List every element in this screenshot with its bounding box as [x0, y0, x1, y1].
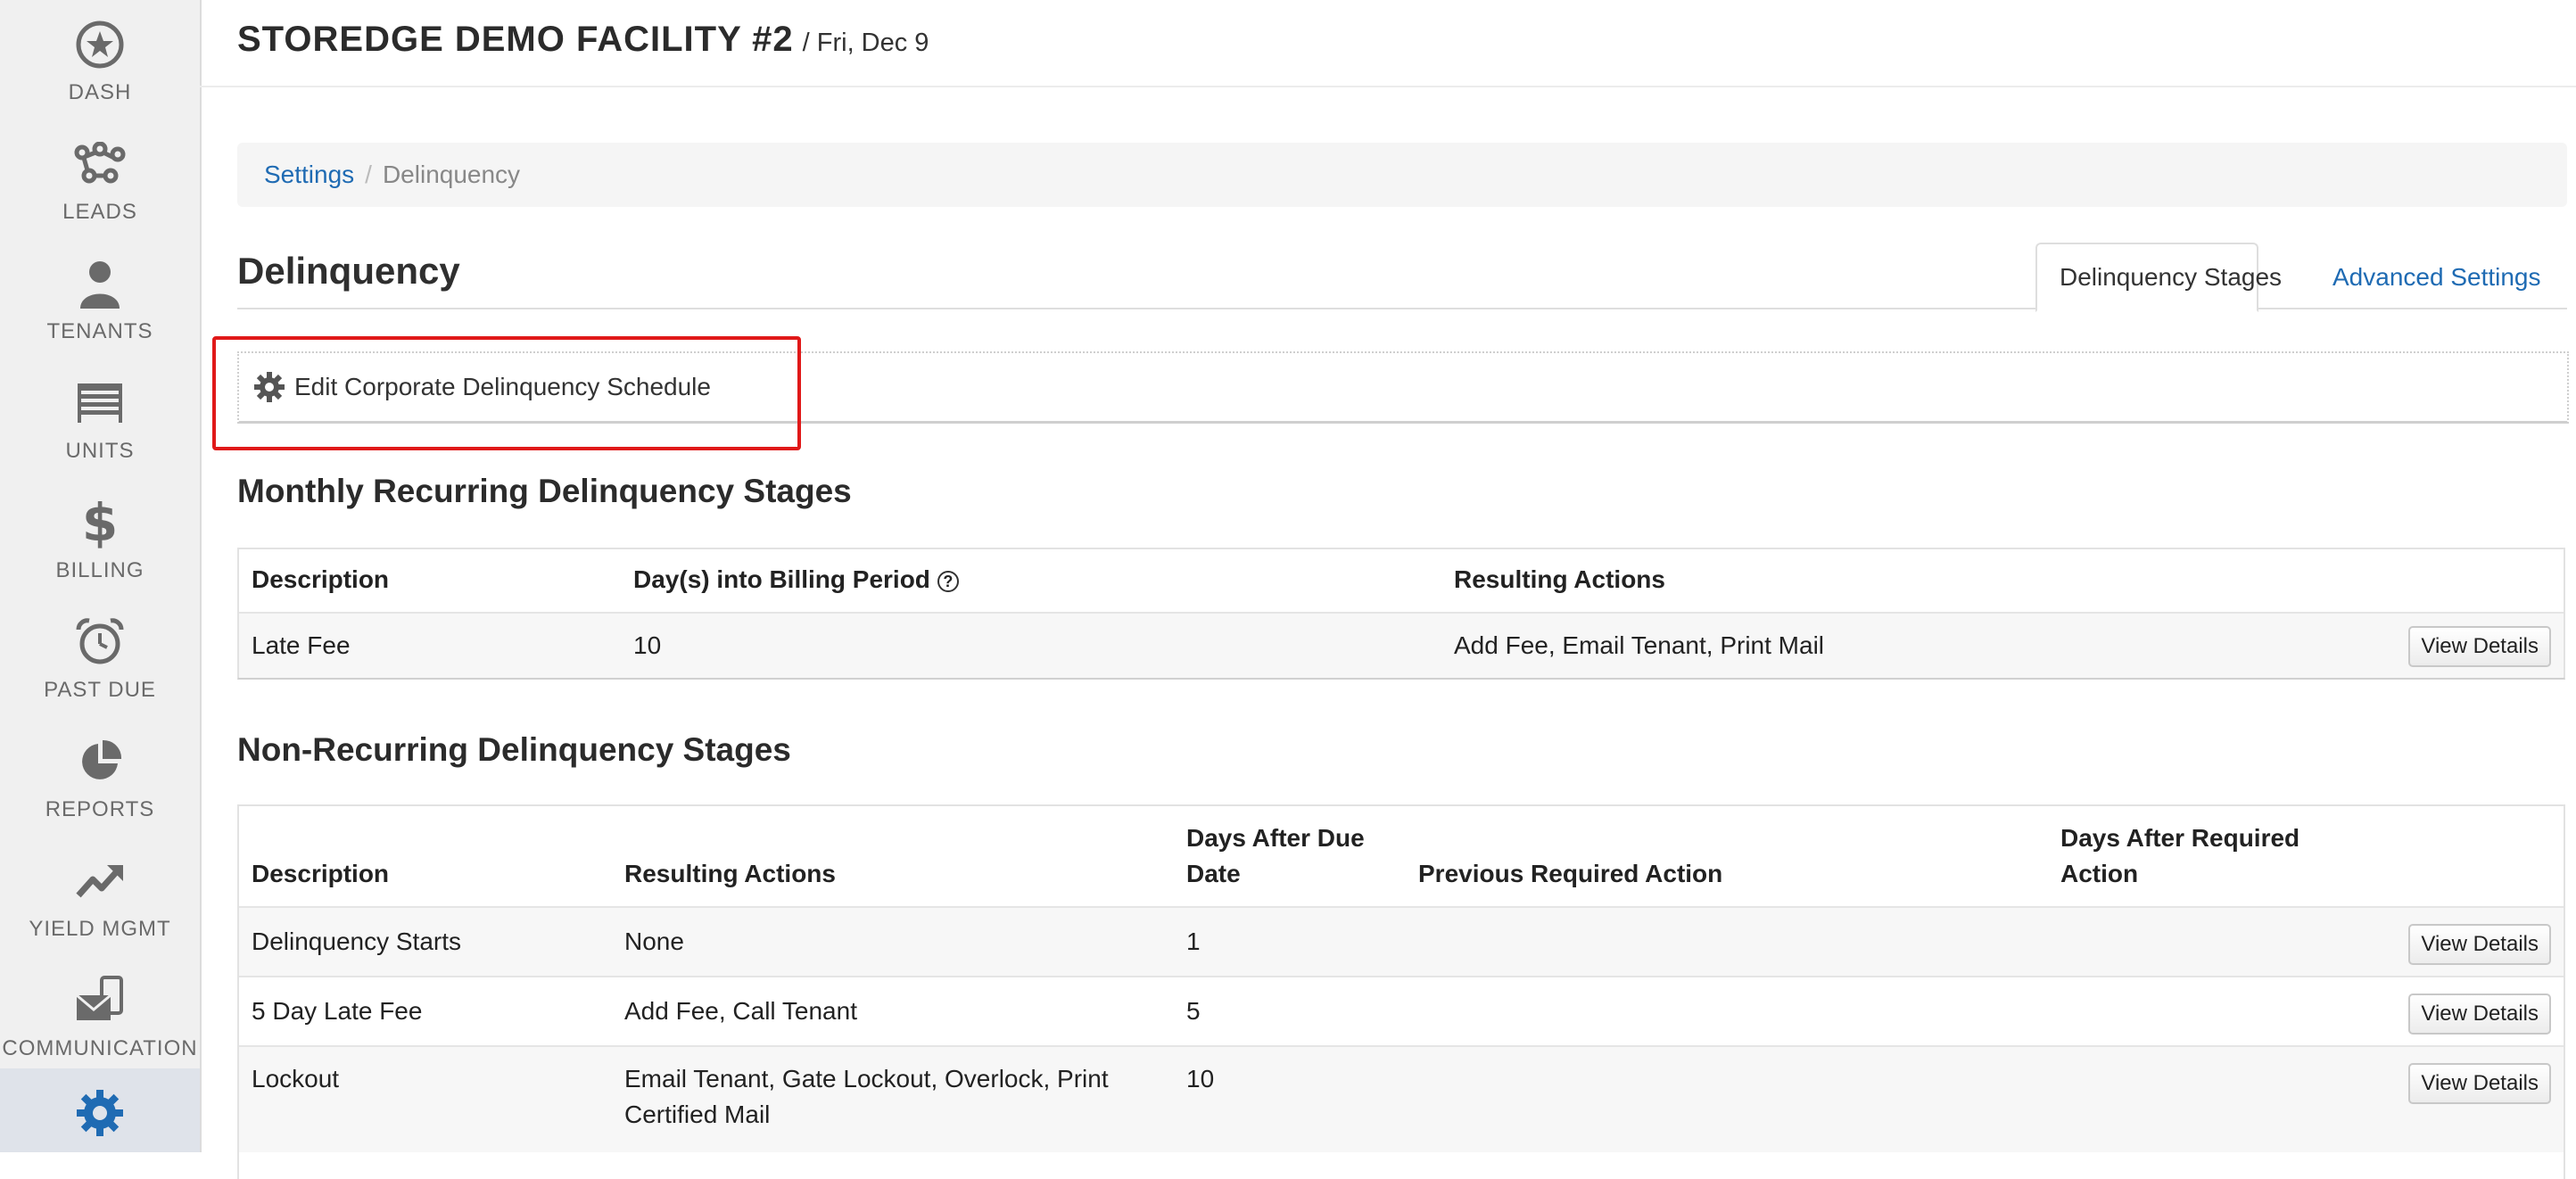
table-row: Lockout Email Tenant, Gate Lockout, Over…: [239, 1045, 2564, 1152]
page-title: Delinquency: [237, 250, 460, 292]
nav-past-due[interactable]: PAST DUE: [0, 598, 200, 717]
table-header-row: Description Resulting Actions Days After…: [239, 806, 2564, 906]
nav-dash[interactable]: DASH: [0, 0, 200, 120]
row-actions: Add Fee, Call Tenant: [624, 997, 857, 1025]
mail-phone-icon: [73, 974, 127, 1027]
gear-icon: [253, 371, 285, 403]
network-icon: [73, 137, 127, 191]
breadcrumb-settings-link[interactable]: Settings: [264, 161, 354, 189]
nav-leads-label: LEADS: [62, 200, 137, 224]
column-header-label: Day(s) into Billing Period: [633, 565, 930, 593]
nonrecurring-table: Description Resulting Actions Days After…: [237, 804, 2565, 1179]
nav-communication-label: COMMUNICATION: [2, 1036, 198, 1060]
svg-text:$: $: [82, 496, 118, 549]
column-header: Description: [252, 860, 390, 887]
pie-chart-icon: [73, 735, 127, 788]
row-days: 10: [633, 631, 662, 659]
row-description: Lockout: [252, 1065, 340, 1092]
alarm-clock-icon: [73, 615, 127, 669]
nav-settings[interactable]: [0, 1068, 200, 1152]
row-actions: None: [624, 928, 684, 955]
column-header: Date: [1186, 860, 1241, 887]
table-header-row: Description Day(s) into Billing Period? …: [239, 549, 2564, 612]
view-details-button[interactable]: View Details: [2408, 993, 2551, 1035]
nav-billing[interactable]: $ BILLING: [0, 478, 200, 598]
nav-reports[interactable]: REPORTS: [0, 717, 200, 837]
table-row: 5 Day Late Fee Add Fee, Call Tenant 5 Vi…: [239, 976, 2564, 1045]
column-header: Days After Due: [1186, 824, 1365, 852]
column-header: Days After Required: [2060, 824, 2300, 852]
monthly-table: Description Day(s) into Billing Period? …: [237, 548, 2565, 680]
tab-delinquency-stages[interactable]: Delinquency Stages: [2035, 243, 2282, 312]
nav-yield-mgmt[interactable]: YIELD MGMT: [0, 837, 200, 956]
breadcrumb: Settings / Delinquency: [237, 143, 2567, 207]
view-details-button[interactable]: View Details: [2408, 626, 2551, 667]
storage-door-icon: [73, 376, 127, 430]
nav-reports-label: REPORTS: [45, 797, 155, 821]
nav-tenants-label: TENANTS: [46, 319, 153, 343]
monthly-section-title: Monthly Recurring Delinquency Stages: [237, 473, 852, 509]
table-row: Late Fee 10 Add Fee, Email Tenant, Print…: [239, 612, 2564, 678]
nav-yield-mgmt-label: YIELD MGMT: [29, 917, 171, 941]
facility-header: STOREDGE DEMO FACILITY #2 / Fri, Dec 9: [237, 20, 929, 60]
table-row: Delinquency Starts None 1 View Details: [239, 906, 2564, 976]
sidebar: DASH LEADS TENANTS UNITS $ BILLING PAST …: [0, 0, 202, 1152]
breadcrumb-current: Delinquency: [382, 161, 521, 188]
nav-dash-label: DASH: [68, 80, 132, 104]
trend-up-icon: [73, 854, 127, 908]
column-header: Resulting Actions: [624, 860, 836, 887]
column-header: Resulting Actions: [1454, 565, 1665, 593]
header-divider: [200, 86, 2576, 87]
row-days: 5: [1186, 997, 1201, 1025]
star-circle-icon: [73, 18, 127, 71]
nav-leads[interactable]: LEADS: [0, 120, 200, 239]
nav-billing-label: BILLING: [55, 558, 144, 582]
row-days: 10: [1186, 1065, 1215, 1092]
tab-advanced-settings[interactable]: Advanced Settings: [2308, 243, 2565, 312]
row-description: Late Fee: [252, 631, 351, 659]
nav-tenants[interactable]: TENANTS: [0, 239, 200, 359]
nav-units[interactable]: UNITS: [0, 359, 200, 478]
edit-corporate-schedule-label: Edit Corporate Delinquency Schedule: [294, 373, 711, 400]
row-actions-continued: Certified Mail: [624, 1101, 771, 1128]
breadcrumb-separator: /: [365, 161, 372, 188]
help-icon[interactable]: ?: [937, 570, 959, 592]
row-actions: Email Tenant, Gate Lockout, Overlock, Pr…: [624, 1065, 1109, 1092]
nav-past-due-label: PAST DUE: [44, 678, 156, 702]
gear-icon: [73, 1086, 127, 1140]
column-header: Previous Required Action: [1418, 860, 1723, 887]
column-header: Description: [252, 565, 390, 593]
nonrecurring-section-title: Non-Recurring Delinquency Stages: [237, 731, 791, 768]
row-description: 5 Day Late Fee: [252, 997, 423, 1025]
view-details-button[interactable]: View Details: [2408, 924, 2551, 965]
nav-communication[interactable]: COMMUNICATION: [0, 956, 200, 1076]
edit-corporate-schedule-button[interactable]: Edit Corporate Delinquency Schedule: [253, 367, 711, 407]
row-days: 1: [1186, 928, 1201, 955]
dollar-icon: $: [73, 496, 127, 549]
current-date: / Fri, Dec 9: [802, 29, 929, 57]
nav-units-label: UNITS: [65, 439, 135, 463]
facility-name: STOREDGE DEMO FACILITY #2: [237, 20, 794, 59]
column-header: Action: [2060, 860, 2139, 887]
row-description: Delinquency Starts: [252, 928, 462, 955]
person-icon: [73, 257, 127, 310]
row-actions: Add Fee, Email Tenant, Print Mail: [1454, 631, 1825, 659]
column-header: Day(s) into Billing Period?: [633, 562, 959, 598]
view-details-button[interactable]: View Details: [2408, 1063, 2551, 1104]
